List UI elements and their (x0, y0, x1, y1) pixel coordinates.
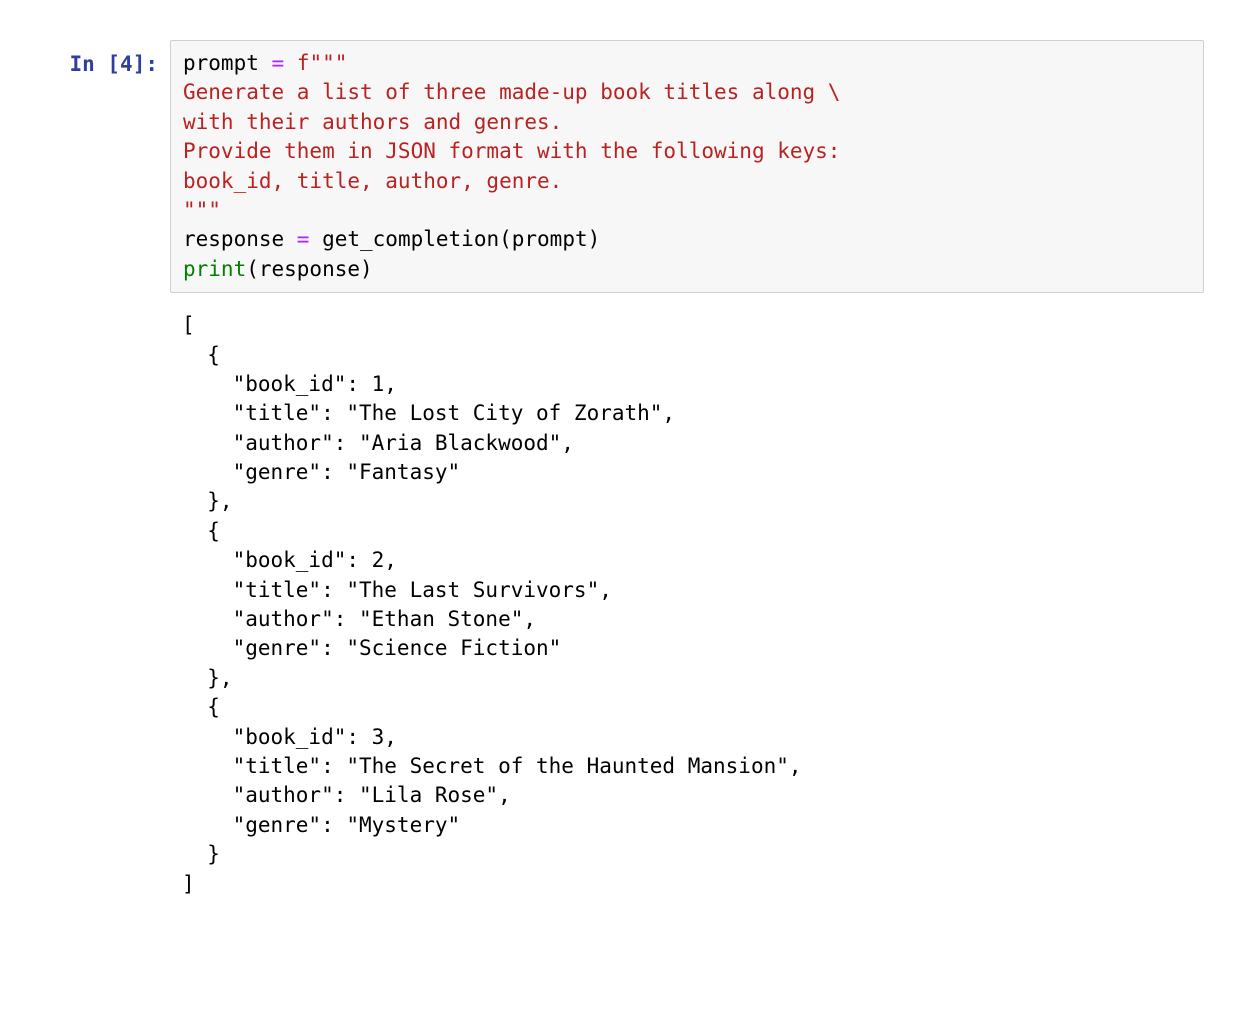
output-line: { (182, 517, 1204, 546)
output-spacer (20, 311, 170, 899)
output-line: "author": "Ethan Stone", (182, 605, 1204, 634)
output-line: { (182, 341, 1204, 370)
output-line: "book_id": 3, (182, 723, 1204, 752)
code-token-variable: response (183, 227, 297, 251)
output-line: }, (182, 664, 1204, 693)
code-line: prompt = f""" (183, 49, 1191, 78)
code-token-call: (response) (246, 257, 372, 281)
notebook-cell: In [4]: prompt = f""" Generate a list of… (20, 40, 1234, 293)
code-input-area[interactable]: prompt = f""" Generate a list of three m… (170, 40, 1204, 293)
output-line: "author": "Aria Blackwood", (182, 429, 1204, 458)
code-line: """ (183, 196, 1191, 225)
code-line: with their authors and genres. (183, 108, 1191, 137)
code-token-variable: prompt (183, 51, 272, 75)
output-line: "title": "The Lost City of Zorath", (182, 399, 1204, 428)
output-line: }, (182, 487, 1204, 516)
output-line: "title": "The Secret of the Haunted Mans… (182, 752, 1204, 781)
output-line: { (182, 693, 1204, 722)
code-token-string: """ (309, 51, 347, 75)
code-line: book_id, title, author, genre. (183, 167, 1191, 196)
code-line: Generate a list of three made-up book ti… (183, 78, 1191, 107)
output-line: } (182, 840, 1204, 869)
cell-output-area: [ { "book_id": 1, "title": "The Lost Cit… (170, 311, 1234, 899)
code-token-builtin: print (183, 257, 246, 281)
output-line: "book_id": 2, (182, 546, 1204, 575)
code-token-call: get_completion(prompt) (309, 227, 600, 251)
output-line: "genre": "Fantasy" (182, 458, 1204, 487)
code-token-string-prefix: f (284, 51, 309, 75)
code-line: response = get_completion(prompt) (183, 225, 1191, 254)
code-line: print(response) (183, 255, 1191, 284)
output-line: "book_id": 1, (182, 370, 1204, 399)
output-line: "genre": "Mystery" (182, 811, 1204, 840)
cell-prompt-label: In [4]: (20, 40, 170, 79)
output-line: ] (182, 870, 1204, 899)
output-line: "title": "The Last Survivors", (182, 576, 1204, 605)
output-line: "author": "Lila Rose", (182, 781, 1204, 810)
code-token-operator: = (272, 51, 285, 75)
output-line: "genre": "Science Fiction" (182, 634, 1204, 663)
cell-output-wrap: [ { "book_id": 1, "title": "The Lost Cit… (20, 311, 1234, 899)
code-token-operator: = (297, 227, 310, 251)
code-line: Provide them in JSON format with the fol… (183, 137, 1191, 166)
output-line: [ (182, 311, 1204, 340)
